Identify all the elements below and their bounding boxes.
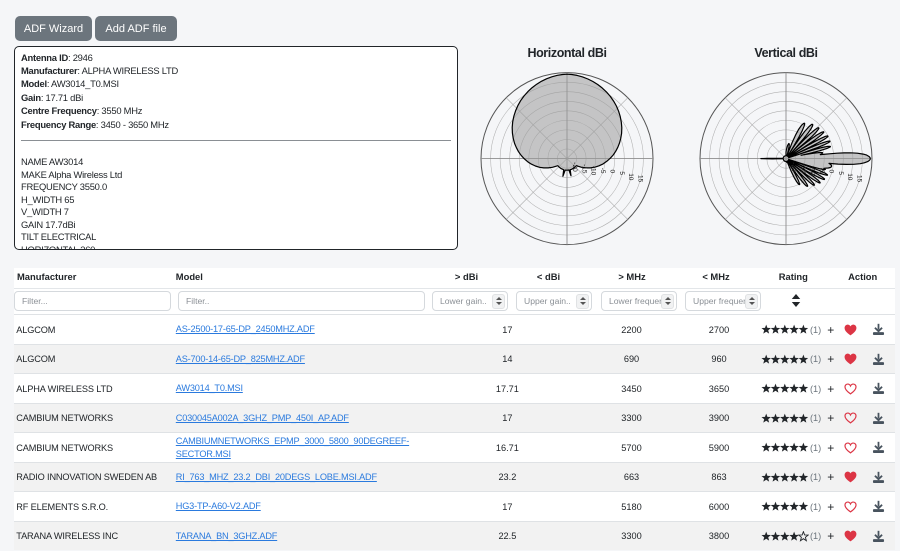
svg-text:5: 5	[837, 171, 844, 175]
svg-text:-5: -5	[818, 168, 825, 174]
svg-text:-5: -5	[599, 168, 606, 174]
svg-text:-20: -20	[571, 162, 578, 172]
svg-text:-15: -15	[799, 164, 806, 174]
svg-text:-10: -10	[590, 166, 597, 176]
svg-text:-10: -10	[809, 166, 816, 176]
svg-text:10: 10	[846, 173, 853, 181]
svg-text:15: 15	[637, 175, 644, 183]
svg-text:5: 5	[618, 171, 625, 175]
svg-text:-20: -20	[790, 162, 797, 172]
svg-text:-15: -15	[580, 164, 587, 174]
svg-text:0: 0	[828, 170, 835, 174]
svg-text:10: 10	[627, 173, 634, 181]
svg-text:15: 15	[856, 175, 863, 183]
svg-text:0: 0	[609, 170, 616, 174]
